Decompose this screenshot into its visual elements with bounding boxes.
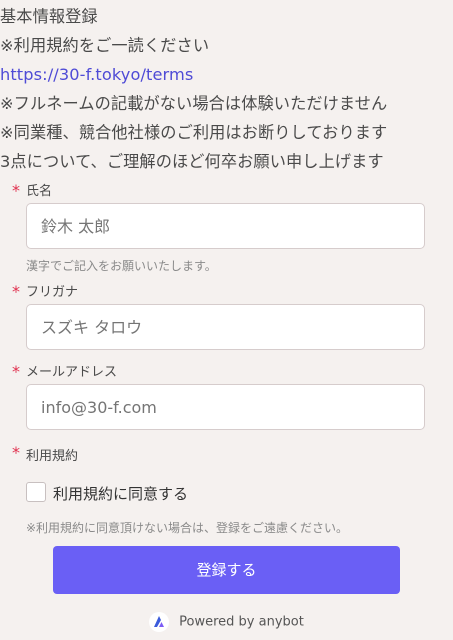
intro-text: 基本情報登録 ※利用規約をご一読ください https://30-f.tokyo/…	[0, 2, 453, 176]
name-input[interactable]	[26, 203, 425, 249]
required-mark: *	[12, 282, 20, 301]
intro-line-thanks: 3点について、ご理解のほど何卒お願い申し上げます	[0, 152, 384, 171]
terms-hint: ※利用規約に同意頂けない場合は、登録をご遠慮ください。	[26, 521, 349, 535]
furigana-input[interactable]	[26, 304, 425, 350]
email-input[interactable]	[26, 384, 425, 430]
powered-by-footer[interactable]: Powered by anybot	[0, 612, 453, 632]
intro-line-terms: ※利用規約をご一読ください	[0, 36, 210, 55]
required-mark: *	[12, 443, 20, 462]
name-hint: 漢字でご記入をお願いいたします。	[26, 259, 217, 273]
required-mark: *	[12, 362, 20, 381]
anybot-logo-icon	[149, 612, 170, 632]
email-label: メールアドレス	[26, 365, 118, 380]
furigana-label: フリガナ	[26, 285, 79, 300]
name-label: 氏名	[26, 184, 53, 199]
intro-line-competitors: ※同業種、競合他社様のご利用はお断りしております	[0, 123, 388, 142]
powered-by-text: Powered by anybot	[179, 614, 304, 630]
terms-checkbox[interactable]	[26, 482, 46, 502]
register-button[interactable]: 登録する	[53, 546, 400, 594]
intro-line-fullname: ※フルネームの記載がない場合は体験いただけません	[0, 94, 388, 113]
terms-label: 利用規約	[26, 449, 79, 464]
required-mark: *	[12, 181, 20, 200]
page-title: 基本情報登録	[0, 7, 98, 26]
terms-checkbox-label[interactable]: 利用規約に同意する	[53, 483, 188, 504]
terms-link[interactable]: https://30-f.tokyo/terms	[0, 60, 453, 89]
